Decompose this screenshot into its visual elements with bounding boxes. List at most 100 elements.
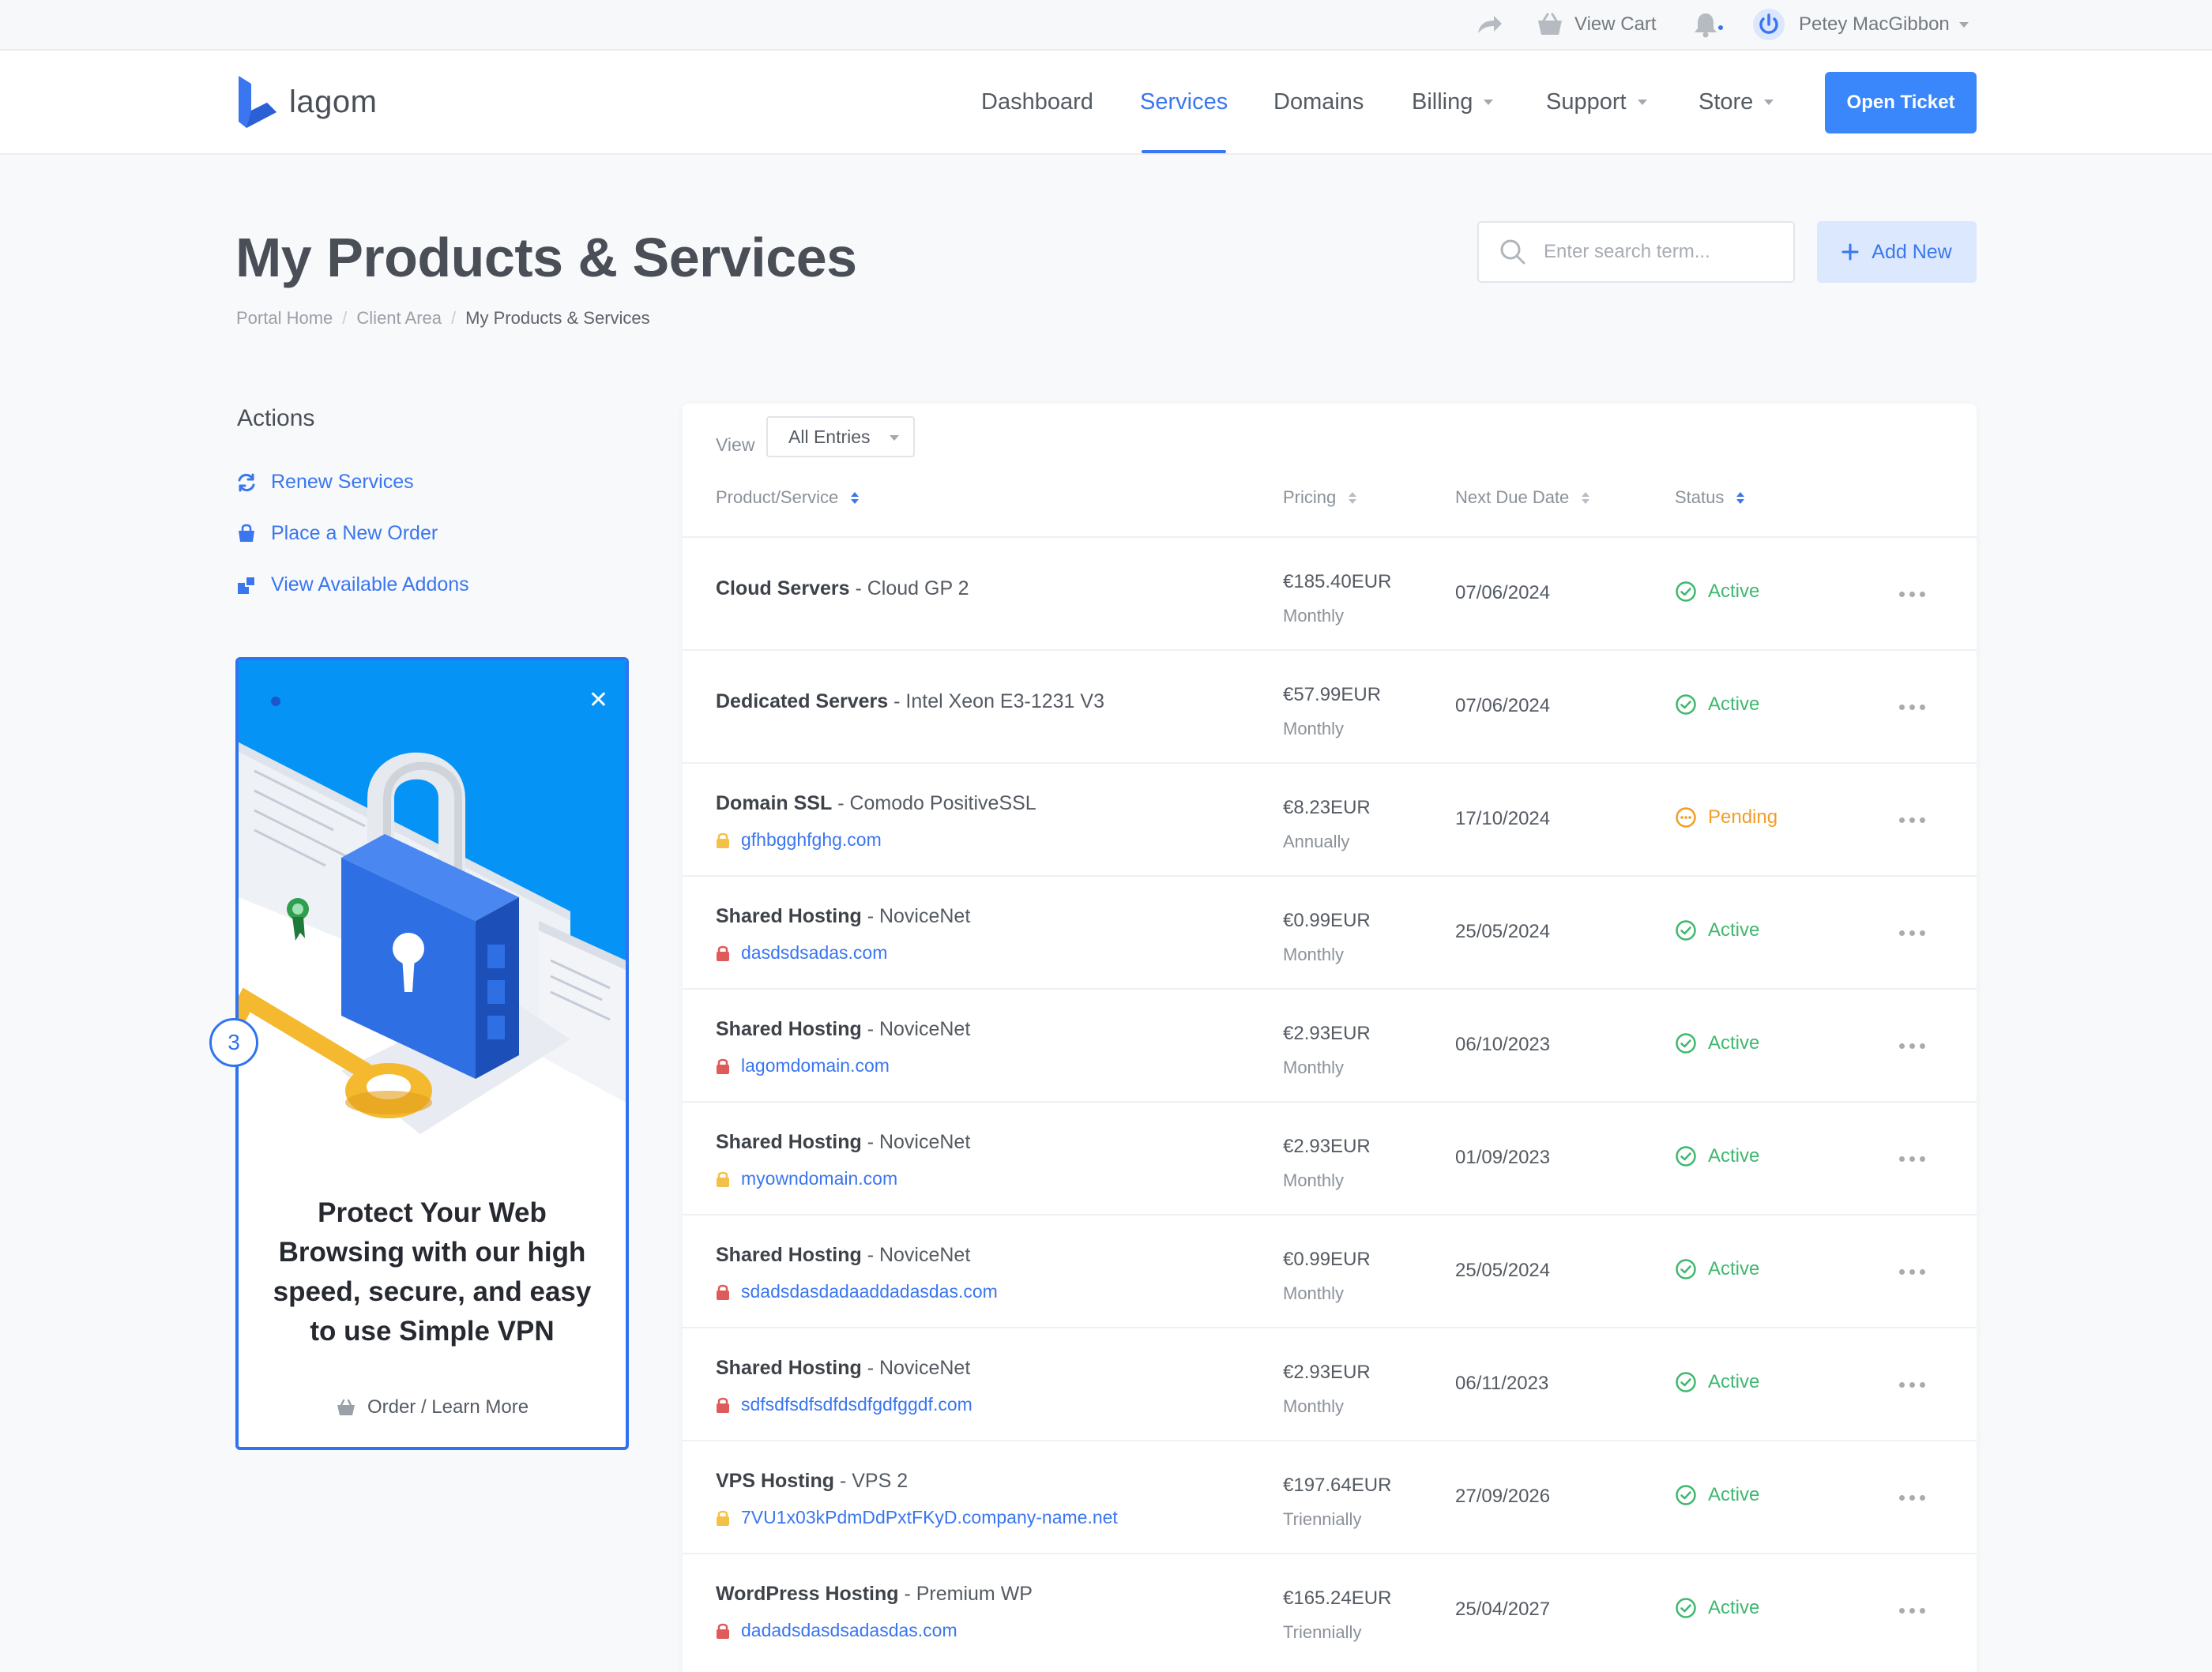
more-options-icon[interactable]: [1899, 704, 1925, 710]
lock-icon: [716, 832, 730, 849]
status-badge: Active: [1675, 1258, 1759, 1280]
share-icon[interactable]: [1477, 0, 1503, 49]
open-ticket-button[interactable]: Open Ticket: [1825, 72, 1977, 133]
more-options-icon[interactable]: [1899, 1495, 1925, 1501]
breadcrumb-client-area[interactable]: Client Area: [356, 308, 442, 329]
power-icon: [1753, 9, 1785, 40]
breadcrumb-portal-home[interactable]: Portal Home: [236, 308, 333, 329]
domain-link[interactable]: myowndomain.com: [716, 1168, 970, 1189]
table-row[interactable]: Shared Hosting - NoviceNet dasdsdsadas.c…: [683, 875, 1977, 988]
billing-cycle: Triennially: [1283, 1622, 1362, 1642]
column-header-status[interactable]: Status: [1675, 487, 1745, 508]
step-badge: 3: [209, 1018, 258, 1067]
domain-name: dadadsdasdsadasdas.com: [741, 1620, 957, 1640]
more-options-icon[interactable]: [1899, 817, 1925, 823]
domain-name: sdadsdasdadaaddadasdas.com: [741, 1281, 998, 1302]
domain-link[interactable]: dasdsdsadas.com: [716, 942, 970, 964]
column-header-next-due-date[interactable]: Next Due Date: [1455, 487, 1590, 508]
basket-icon: [1538, 13, 1562, 35]
product-name: - NoviceNet: [861, 1018, 971, 1040]
check-circle-icon: [1675, 1371, 1697, 1393]
nav-services[interactable]: Services: [1140, 51, 1228, 153]
order-learn-more-label: Order / Learn More: [367, 1396, 529, 1418]
renew-services-link[interactable]: Renew Services: [236, 471, 414, 494]
more-options-icon[interactable]: [1899, 592, 1925, 597]
table-row[interactable]: WordPress Hosting - Premium WP dadadsdas…: [683, 1553, 1977, 1666]
table-row[interactable]: VPS Hosting - VPS 2 7VU1x03kPdmDdPxtFKyD…: [683, 1440, 1977, 1553]
search-input[interactable]: [1544, 241, 1781, 263]
status-badge: Pending: [1675, 806, 1778, 828]
table-row[interactable]: Domain SSL - Comodo PositiveSSL gfhbgghf…: [683, 762, 1977, 875]
lock-icon: [716, 1058, 730, 1075]
chevron-down-icon: [1764, 99, 1774, 105]
billing-cycle: Monthly: [1283, 1283, 1345, 1303]
logo[interactable]: lagom: [235, 74, 377, 130]
column-header-pricing[interactable]: Pricing: [1283, 487, 1357, 508]
notifications-button[interactable]: [1693, 0, 1725, 49]
more-options-icon[interactable]: [1899, 1608, 1925, 1614]
price-amount: €185.40EUR: [1283, 571, 1392, 592]
nav-dashboard[interactable]: Dashboard: [981, 51, 1093, 153]
check-circle-icon: [1675, 1145, 1697, 1167]
next-due-date: 06/10/2023: [1455, 1034, 1551, 1055]
price-amount: €2.93EUR: [1283, 1136, 1371, 1157]
order-learn-more-link[interactable]: Order / Learn More: [239, 1396, 626, 1418]
domain-name: myowndomain.com: [741, 1168, 898, 1189]
status-badge: Active: [1675, 693, 1759, 716]
chevron-down-icon: [890, 435, 899, 441]
more-options-icon[interactable]: [1899, 1269, 1925, 1275]
view-addons-link[interactable]: View Available Addons: [236, 573, 469, 596]
add-new-label: Add New: [1872, 240, 1952, 263]
breadcrumb-separator: /: [451, 308, 457, 328]
domain-link[interactable]: lagomdomain.com: [716, 1055, 970, 1076]
status-label: Active: [1708, 919, 1760, 941]
page-title: My Products & Services: [235, 227, 857, 288]
more-options-icon[interactable]: [1899, 1043, 1925, 1049]
product-name: - NoviceNet: [861, 905, 971, 927]
table-row[interactable]: Shared Hosting - NoviceNet sdfsdfsdfsdfd…: [683, 1327, 1977, 1440]
pricing-cell: €57.99EUR Monthly: [1283, 678, 1381, 746]
domain-link[interactable]: sdadsdasdadaaddadasdas.com: [716, 1281, 998, 1302]
status-badge: Active: [1675, 1597, 1759, 1619]
lock-icon: [716, 945, 730, 962]
table-row[interactable]: Dedicated Servers - Intel Xeon E3-1231 V…: [683, 649, 1977, 762]
status-badge: Active: [1675, 919, 1759, 941]
view-cart-link[interactable]: View Cart: [1537, 0, 1657, 49]
billing-cycle: Monthly: [1283, 1396, 1345, 1416]
view-filter-select[interactable]: All Entries: [766, 416, 915, 457]
price-amount: €0.99EUR: [1283, 1249, 1371, 1270]
more-options-icon[interactable]: [1899, 1156, 1925, 1162]
nav-billing[interactable]: Billing: [1412, 51, 1494, 153]
domain-link[interactable]: dadadsdasdsadasdas.com: [716, 1620, 1033, 1641]
column-header-product[interactable]: Product/Service: [716, 487, 860, 508]
nav-support[interactable]: Support: [1546, 51, 1647, 153]
domain-link[interactable]: gfhbgghfghg.com: [716, 829, 1036, 851]
view-filter-value: All Entries: [788, 426, 871, 447]
table-row[interactable]: Cloud Servers - Cloud GP 2 €185.40EUR Mo…: [683, 536, 1977, 649]
renew-services-label: Renew Services: [271, 471, 414, 493]
table-row[interactable]: Shared Hosting - NoviceNet sdadsdasdadaa…: [683, 1214, 1977, 1327]
billing-cycle: Annually: [1283, 832, 1350, 851]
close-icon[interactable]: ✕: [589, 689, 608, 712]
pricing-cell: €2.93EUR Monthly: [1283, 1016, 1371, 1084]
table-row[interactable]: Shared Hosting - NoviceNet lagomdomain.c…: [683, 988, 1977, 1101]
domain-link[interactable]: 7VU1x03kPdmDdPxtFKyD.company-name.net: [716, 1507, 1118, 1528]
add-new-button[interactable]: Add New: [1817, 221, 1977, 283]
nav-store[interactable]: Store: [1698, 51, 1774, 153]
product-cell: Dedicated Servers - Intel Xeon E3-1231 V…: [716, 690, 1104, 713]
search-icon: [1500, 239, 1525, 265]
user-menu[interactable]: Petey MacGibbon: [1751, 0, 1969, 49]
product-cell: Cloud Servers - Cloud GP 2: [716, 577, 969, 600]
more-options-icon[interactable]: [1899, 1382, 1925, 1388]
place-new-order-link[interactable]: Place a New Order: [236, 522, 438, 545]
product-group: Shared Hosting: [716, 1357, 862, 1379]
table-row[interactable]: Shared Hosting - NoviceNet myowndomain.c…: [683, 1101, 1977, 1214]
product-group: Shared Hosting: [716, 905, 862, 927]
more-options-icon[interactable]: [1899, 930, 1925, 936]
nav-domains[interactable]: Domains: [1273, 51, 1364, 153]
pricing-cell: €165.24EUR Triennially: [1283, 1581, 1391, 1649]
status-badge: Active: [1675, 581, 1759, 603]
status-badge: Active: [1675, 1032, 1759, 1054]
domain-link[interactable]: sdfsdfsdfsdfdsdfgdfggdf.com: [716, 1394, 972, 1415]
search-box[interactable]: [1477, 221, 1795, 283]
